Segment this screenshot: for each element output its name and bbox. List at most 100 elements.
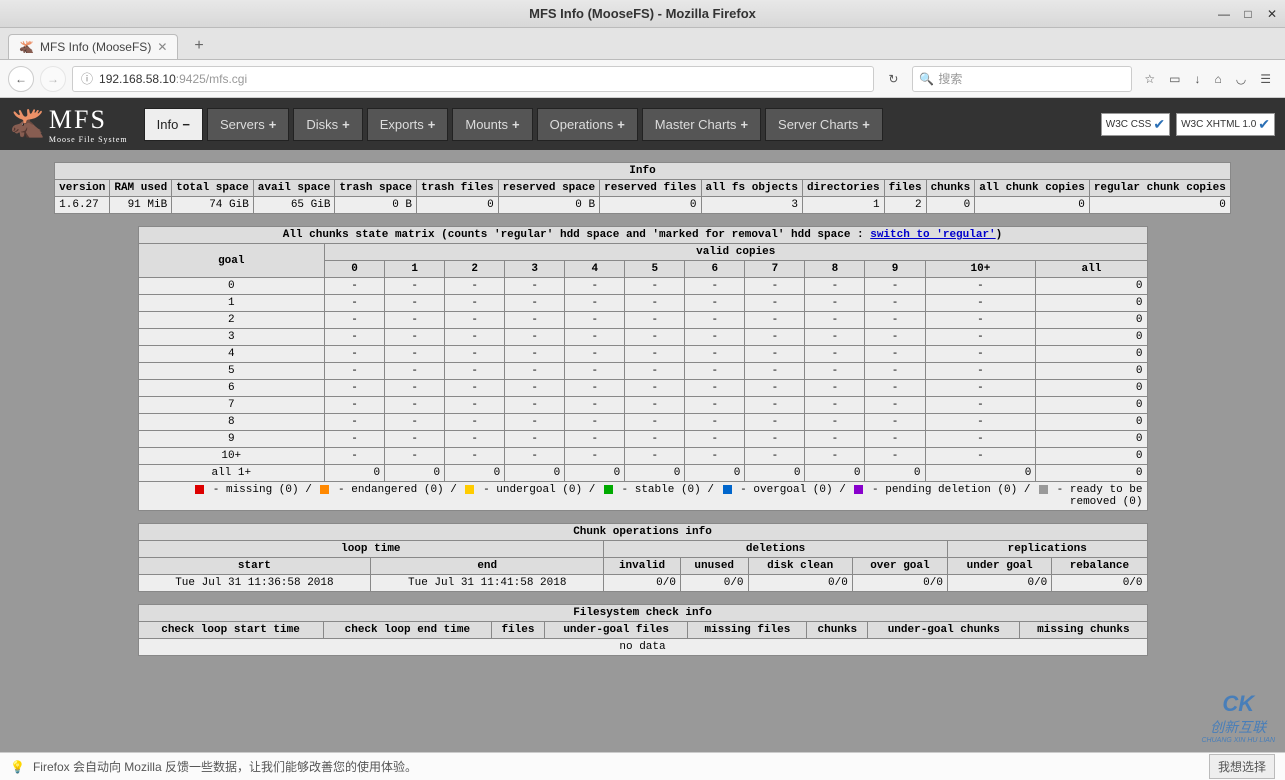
matrix-cell: - (625, 448, 685, 465)
library-icon[interactable]: ▭ (1169, 72, 1180, 86)
nav-tab-info[interactable]: Info− (144, 108, 203, 141)
maximize-button[interactable]: □ (1241, 7, 1255, 21)
matrix-col-header: 9 (865, 261, 925, 278)
matrix-cell: - (865, 329, 925, 346)
matrix-cell: - (625, 397, 685, 414)
notification-choice-button[interactable]: 我想选择 (1209, 754, 1275, 779)
matrix-cell: - (865, 448, 925, 465)
fs-check-header: missing chunks (1020, 622, 1147, 639)
bookmark-star-icon[interactable]: ☆ (1144, 72, 1155, 86)
matrix-cell: - (625, 431, 685, 448)
w3c-css-badge[interactable]: W3C CSS✔ (1101, 113, 1170, 136)
overgoal-color-icon (723, 485, 732, 494)
matrix-cell: - (805, 397, 865, 414)
chunk-ops-header: rebalance (1052, 558, 1147, 575)
info-cell: 0 (975, 197, 1090, 214)
info-header: regular chunk copies (1089, 180, 1230, 197)
matrix-cell: - (805, 431, 865, 448)
toolbar-icons: ☆ ▭ ↓ ⌂ ◡ ☰ (1138, 72, 1277, 86)
validator-badges: W3C CSS✔ W3C XHTML 1.0✔ (1101, 113, 1275, 136)
matrix-cell: - (385, 363, 445, 380)
valid-copies-header: valid copies (325, 244, 1147, 261)
site-info-icon[interactable]: ⓘ (81, 70, 93, 87)
matrix-cell: 0 (1036, 295, 1147, 312)
matrix-cell: 0 (1036, 312, 1147, 329)
back-button[interactable]: ← (8, 66, 34, 92)
minimize-button[interactable]: — (1217, 7, 1231, 21)
matrix-cell: - (745, 414, 805, 431)
pocket-icon[interactable]: ◡ (1236, 72, 1246, 86)
reload-button[interactable]: ↻ (880, 66, 906, 92)
search-box[interactable]: 🔍 搜索 (912, 66, 1132, 92)
nav-tab-disks[interactable]: Disks+ (293, 108, 362, 141)
nav-tab-master-charts[interactable]: Master Charts+ (642, 108, 761, 141)
close-window-button[interactable]: ✕ (1265, 7, 1279, 21)
downloads-icon[interactable]: ↓ (1195, 72, 1201, 86)
matrix-cell: - (565, 380, 625, 397)
nav-tab-operations[interactable]: Operations+ (537, 108, 638, 141)
chunk-ops-cell: 0/0 (748, 575, 852, 592)
info-table: Info versionRAM usedtotal spaceavail spa… (54, 162, 1231, 214)
nav-tab-server-charts[interactable]: Server Charts+ (765, 108, 883, 141)
url-path: :9425/mfs.cgi (176, 72, 247, 86)
matrix-cell: - (805, 312, 865, 329)
window-title: MFS Info (MooseFS) - Mozilla Firefox (529, 6, 756, 21)
nav-tab-exports[interactable]: Exports+ (367, 108, 449, 141)
matrix-cell: - (925, 312, 1036, 329)
matrix-cell: - (925, 380, 1036, 397)
nav-tab-mounts[interactable]: Mounts+ (452, 108, 532, 141)
matrix-cell: - (685, 431, 745, 448)
matrix-cell: 0 (685, 465, 745, 482)
matrix-cell: - (925, 397, 1036, 414)
info-cell: 74 GiB (172, 197, 254, 214)
matrix-cell: - (685, 312, 745, 329)
replications-header: replications (947, 541, 1147, 558)
fs-check-title: Filesystem check info (138, 605, 1147, 622)
matrix-cell: - (925, 414, 1036, 431)
matrix-cell: - (625, 329, 685, 346)
matrix-cell: - (805, 363, 865, 380)
matrix-title: All chunks state matrix (counts 'regular… (138, 227, 1147, 244)
nav-tab-servers[interactable]: Servers+ (207, 108, 289, 141)
new-tab-button[interactable]: + (186, 33, 211, 59)
chunk-ops-header: start (138, 558, 371, 575)
matrix-cell: - (385, 312, 445, 329)
matrix-cell: - (445, 380, 505, 397)
browser-tab[interactable]: 🫎 MFS Info (MooseFS) ✕ (8, 34, 178, 59)
info-header: reserved files (600, 180, 701, 197)
info-header: files (884, 180, 926, 197)
logo-text: MFS (49, 105, 107, 134)
mfs-logo: 🫎 MFS Moose File System (10, 105, 128, 144)
chunk-ops-header: under goal (947, 558, 1051, 575)
info-cell: 91 MiB (110, 197, 172, 214)
fs-check-header: files (492, 622, 545, 639)
switch-regular-link[interactable]: switch to 'regular' (870, 229, 995, 241)
forward-button[interactable]: → (40, 66, 66, 92)
chunk-ops-cell: 0/0 (604, 575, 681, 592)
info-header: trash space (335, 180, 417, 197)
matrix-goal-cell: 3 (138, 329, 325, 346)
info-cell: 0 (926, 197, 975, 214)
menu-icon[interactable]: ☰ (1260, 72, 1271, 86)
matrix-col-header: 3 (505, 261, 565, 278)
matrix-cell: - (865, 363, 925, 380)
matrix-cell: - (865, 380, 925, 397)
matrix-cell: - (505, 448, 565, 465)
matrix-cell: - (685, 414, 745, 431)
address-bar[interactable]: ⓘ 192.168.58.10:9425/mfs.cgi (72, 66, 874, 92)
home-icon[interactable]: ⌂ (1215, 72, 1222, 86)
matrix-cell: - (445, 397, 505, 414)
matrix-cell: - (445, 312, 505, 329)
watermark-text2: CHUANG XIN HU LIAN (1201, 737, 1275, 744)
matrix-cell: - (865, 312, 925, 329)
w3c-xhtml-badge[interactable]: W3C XHTML 1.0✔ (1176, 113, 1275, 136)
url-toolbar: ← → ⓘ 192.168.58.10:9425/mfs.cgi ↻ 🔍 搜索 … (0, 60, 1285, 98)
close-tab-button[interactable]: ✕ (157, 40, 167, 54)
chunk-ops-header: invalid (604, 558, 681, 575)
matrix-cell: 0 (1036, 363, 1147, 380)
matrix-cell: - (805, 278, 865, 295)
chunks-state-matrix: All chunks state matrix (counts 'regular… (138, 226, 1148, 511)
matrix-cell: - (865, 295, 925, 312)
matrix-cell: 0 (1036, 346, 1147, 363)
matrix-goal-cell: 6 (138, 380, 325, 397)
